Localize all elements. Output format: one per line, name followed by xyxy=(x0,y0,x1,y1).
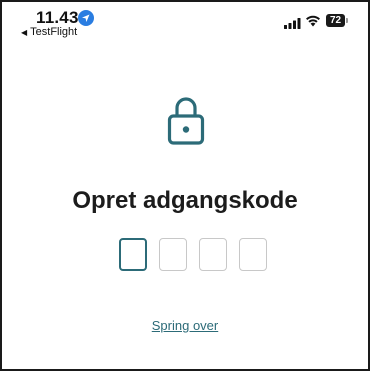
passcode-input[interactable] xyxy=(119,238,267,271)
location-icon xyxy=(78,10,94,26)
back-arrow-icon: ◀ xyxy=(21,27,28,37)
passcode-digit-1[interactable] xyxy=(119,238,147,271)
passcode-digit-2[interactable] xyxy=(159,238,187,271)
back-app-label: TestFlight xyxy=(30,26,78,38)
page-title: Opret adgangskode xyxy=(72,187,298,214)
signal-icon xyxy=(284,16,301,29)
status-time: 11.43 xyxy=(36,8,79,27)
skip-link[interactable]: Spring over xyxy=(2,318,368,333)
battery-level: 72 xyxy=(326,14,345,27)
passcode-digit-4[interactable] xyxy=(239,238,267,271)
wifi-icon xyxy=(305,14,321,27)
passcode-digit-3[interactable] xyxy=(199,238,227,271)
status-bar: 11.43 ◀ TestFlight 72 xyxy=(2,2,368,42)
back-to-app-link[interactable]: ◀ TestFlight xyxy=(21,26,77,38)
lock-icon xyxy=(167,94,205,146)
app-screen: 11.43 ◀ TestFlight 72 Opret adgangskode … xyxy=(0,0,370,371)
battery-tip xyxy=(346,18,348,23)
battery-icon: 72 xyxy=(326,14,350,27)
